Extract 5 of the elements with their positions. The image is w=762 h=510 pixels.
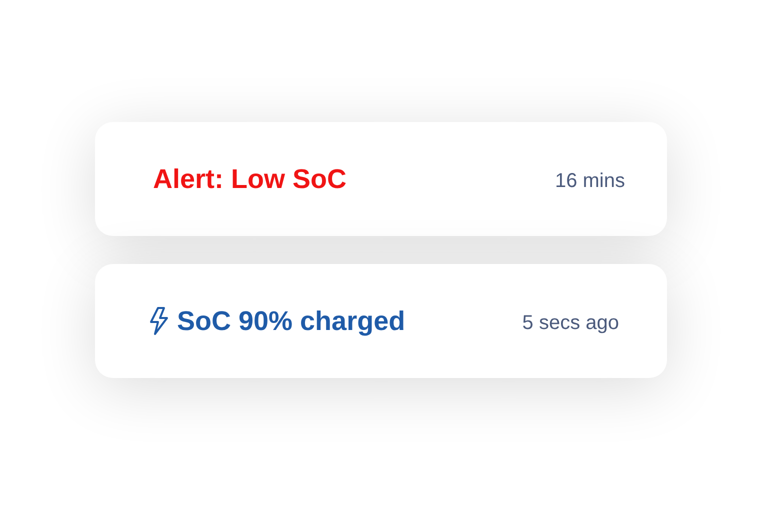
lightning-bolt-icon [147,306,171,336]
notification-title: Alert: Low SoC [153,162,346,196]
notification-time: 16 mins [554,169,625,194]
notification-time: 5 secs ago [522,311,619,336]
notification-title: SoC 90% charged [177,304,406,338]
